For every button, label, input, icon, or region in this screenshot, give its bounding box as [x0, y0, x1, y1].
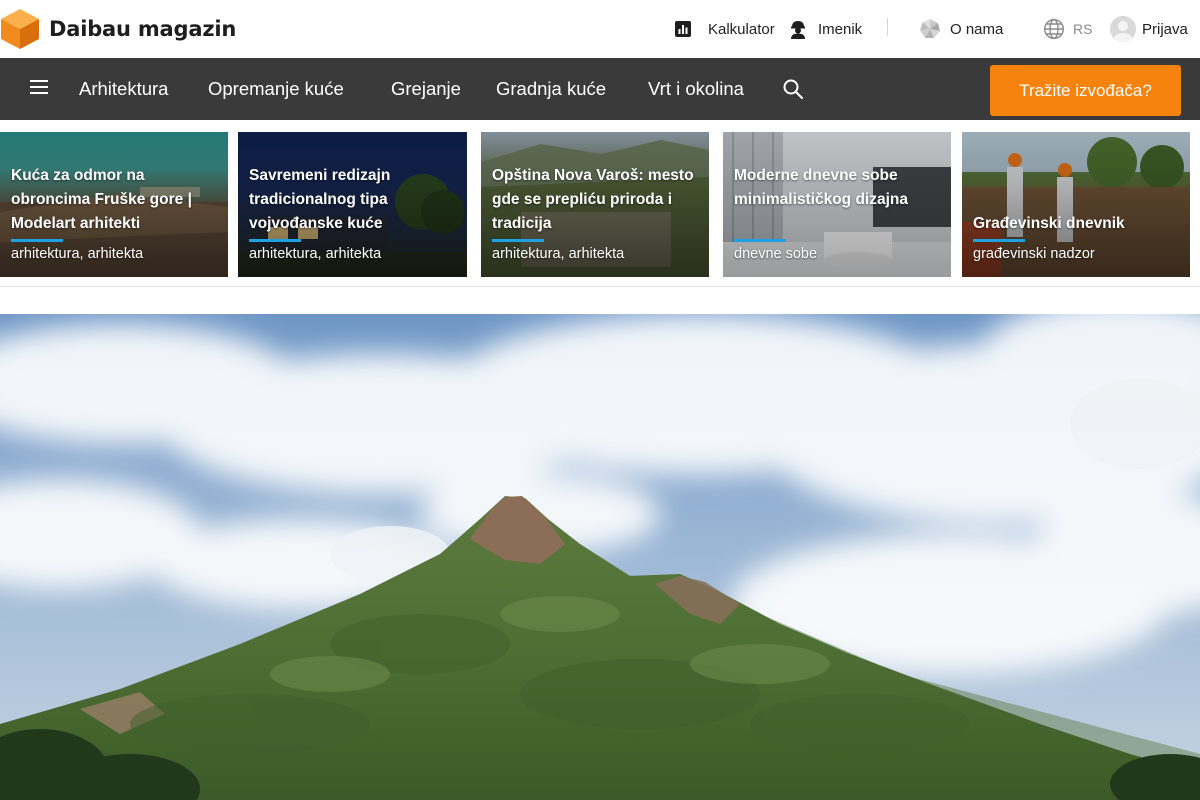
mountain-peak-photo: [0, 314, 1200, 800]
card-title: Savremeni redizajn tradicionalnog tipa v…: [249, 167, 391, 232]
card-accent-bar: [492, 239, 544, 242]
article-card[interactable]: Moderne dnevne sobe minimalističkog diza…: [723, 132, 951, 277]
bar-chart-icon: [674, 20, 692, 38]
login-link[interactable]: Prijava: [1110, 0, 1188, 58]
about-label: O nama: [950, 20, 1004, 38]
article-card[interactable]: Opština Nova Varoš: mesto gde se preplić…: [481, 132, 709, 277]
card-tags: dnevne sobe: [734, 246, 818, 262]
hero-image: [0, 314, 1200, 800]
nav-item-gradnja-kuce[interactable]: Gradnja kuće: [496, 58, 606, 120]
site-logo[interactable]: Daibau magazin: [0, 8, 236, 50]
calculator-link[interactable]: Kalkulator: [674, 0, 775, 58]
worker-icon: [788, 19, 808, 39]
nav-item-opremanje-kuce[interactable]: Opremanje kuće: [208, 58, 344, 120]
about-link[interactable]: O nama: [919, 0, 1003, 58]
card-tags: arhitektura, arhitekta: [492, 246, 625, 262]
card-title: Moderne dnevne sobe minimalističkog diza…: [734, 167, 908, 208]
site-name: Daibau magazin: [49, 17, 237, 41]
nav-item-arhitektura[interactable]: Arhitektura: [79, 58, 168, 120]
nav-item-grejanje[interactable]: Grejanje: [391, 58, 461, 120]
card-title: Opština Nova Varoš: mesto gde se preplić…: [492, 167, 694, 232]
card-tags: arhitektura, arhitekta: [11, 246, 144, 262]
login-label: Prijava: [1142, 20, 1188, 38]
nav-item-vrt-i-okolina[interactable]: Vrt i okolina: [648, 58, 744, 120]
card-accent-bar: [973, 239, 1025, 242]
card-tags: građevinski nadzor: [973, 246, 1095, 262]
article-card[interactable]: Građevinski dnevnik građevinski nadzor: [962, 132, 1190, 277]
article-card[interactable]: Savremeni redizajn tradicionalnog tipa v…: [238, 132, 467, 277]
article-card[interactable]: Kuća za odmor na obroncima Fruške gore |…: [0, 132, 228, 277]
orange-cube-logo-icon: [1, 9, 39, 49]
directory-link[interactable]: Imenik: [788, 0, 862, 58]
language-switcher[interactable]: RS: [1043, 0, 1092, 58]
globe-icon: [1043, 18, 1065, 40]
avatar-icon: [1110, 16, 1136, 42]
card-accent-bar: [11, 239, 63, 242]
card-title: Građevinski dnevnik: [973, 215, 1125, 232]
pinwheel-icon: [919, 18, 941, 40]
calculator-label: Kalkulator: [708, 20, 775, 38]
card-title: Kuća za odmor na obroncima Fruške gore |…: [11, 167, 192, 232]
find-contractor-button[interactable]: Tražite izvođača?: [990, 65, 1181, 116]
card-accent-bar: [249, 239, 301, 242]
card-tags: arhitektura, arhitekta: [249, 246, 382, 262]
hamburger-icon[interactable]: [30, 80, 48, 98]
search-icon[interactable]: [782, 78, 804, 100]
card-accent-bar: [734, 239, 786, 242]
language-label: RS: [1073, 21, 1093, 37]
utility-divider: [887, 18, 888, 36]
section-divider: [0, 286, 1200, 287]
directory-label: Imenik: [818, 20, 863, 38]
top-bar: Daibau magazin Kalkulator Imenik O nama …: [0, 0, 1200, 58]
